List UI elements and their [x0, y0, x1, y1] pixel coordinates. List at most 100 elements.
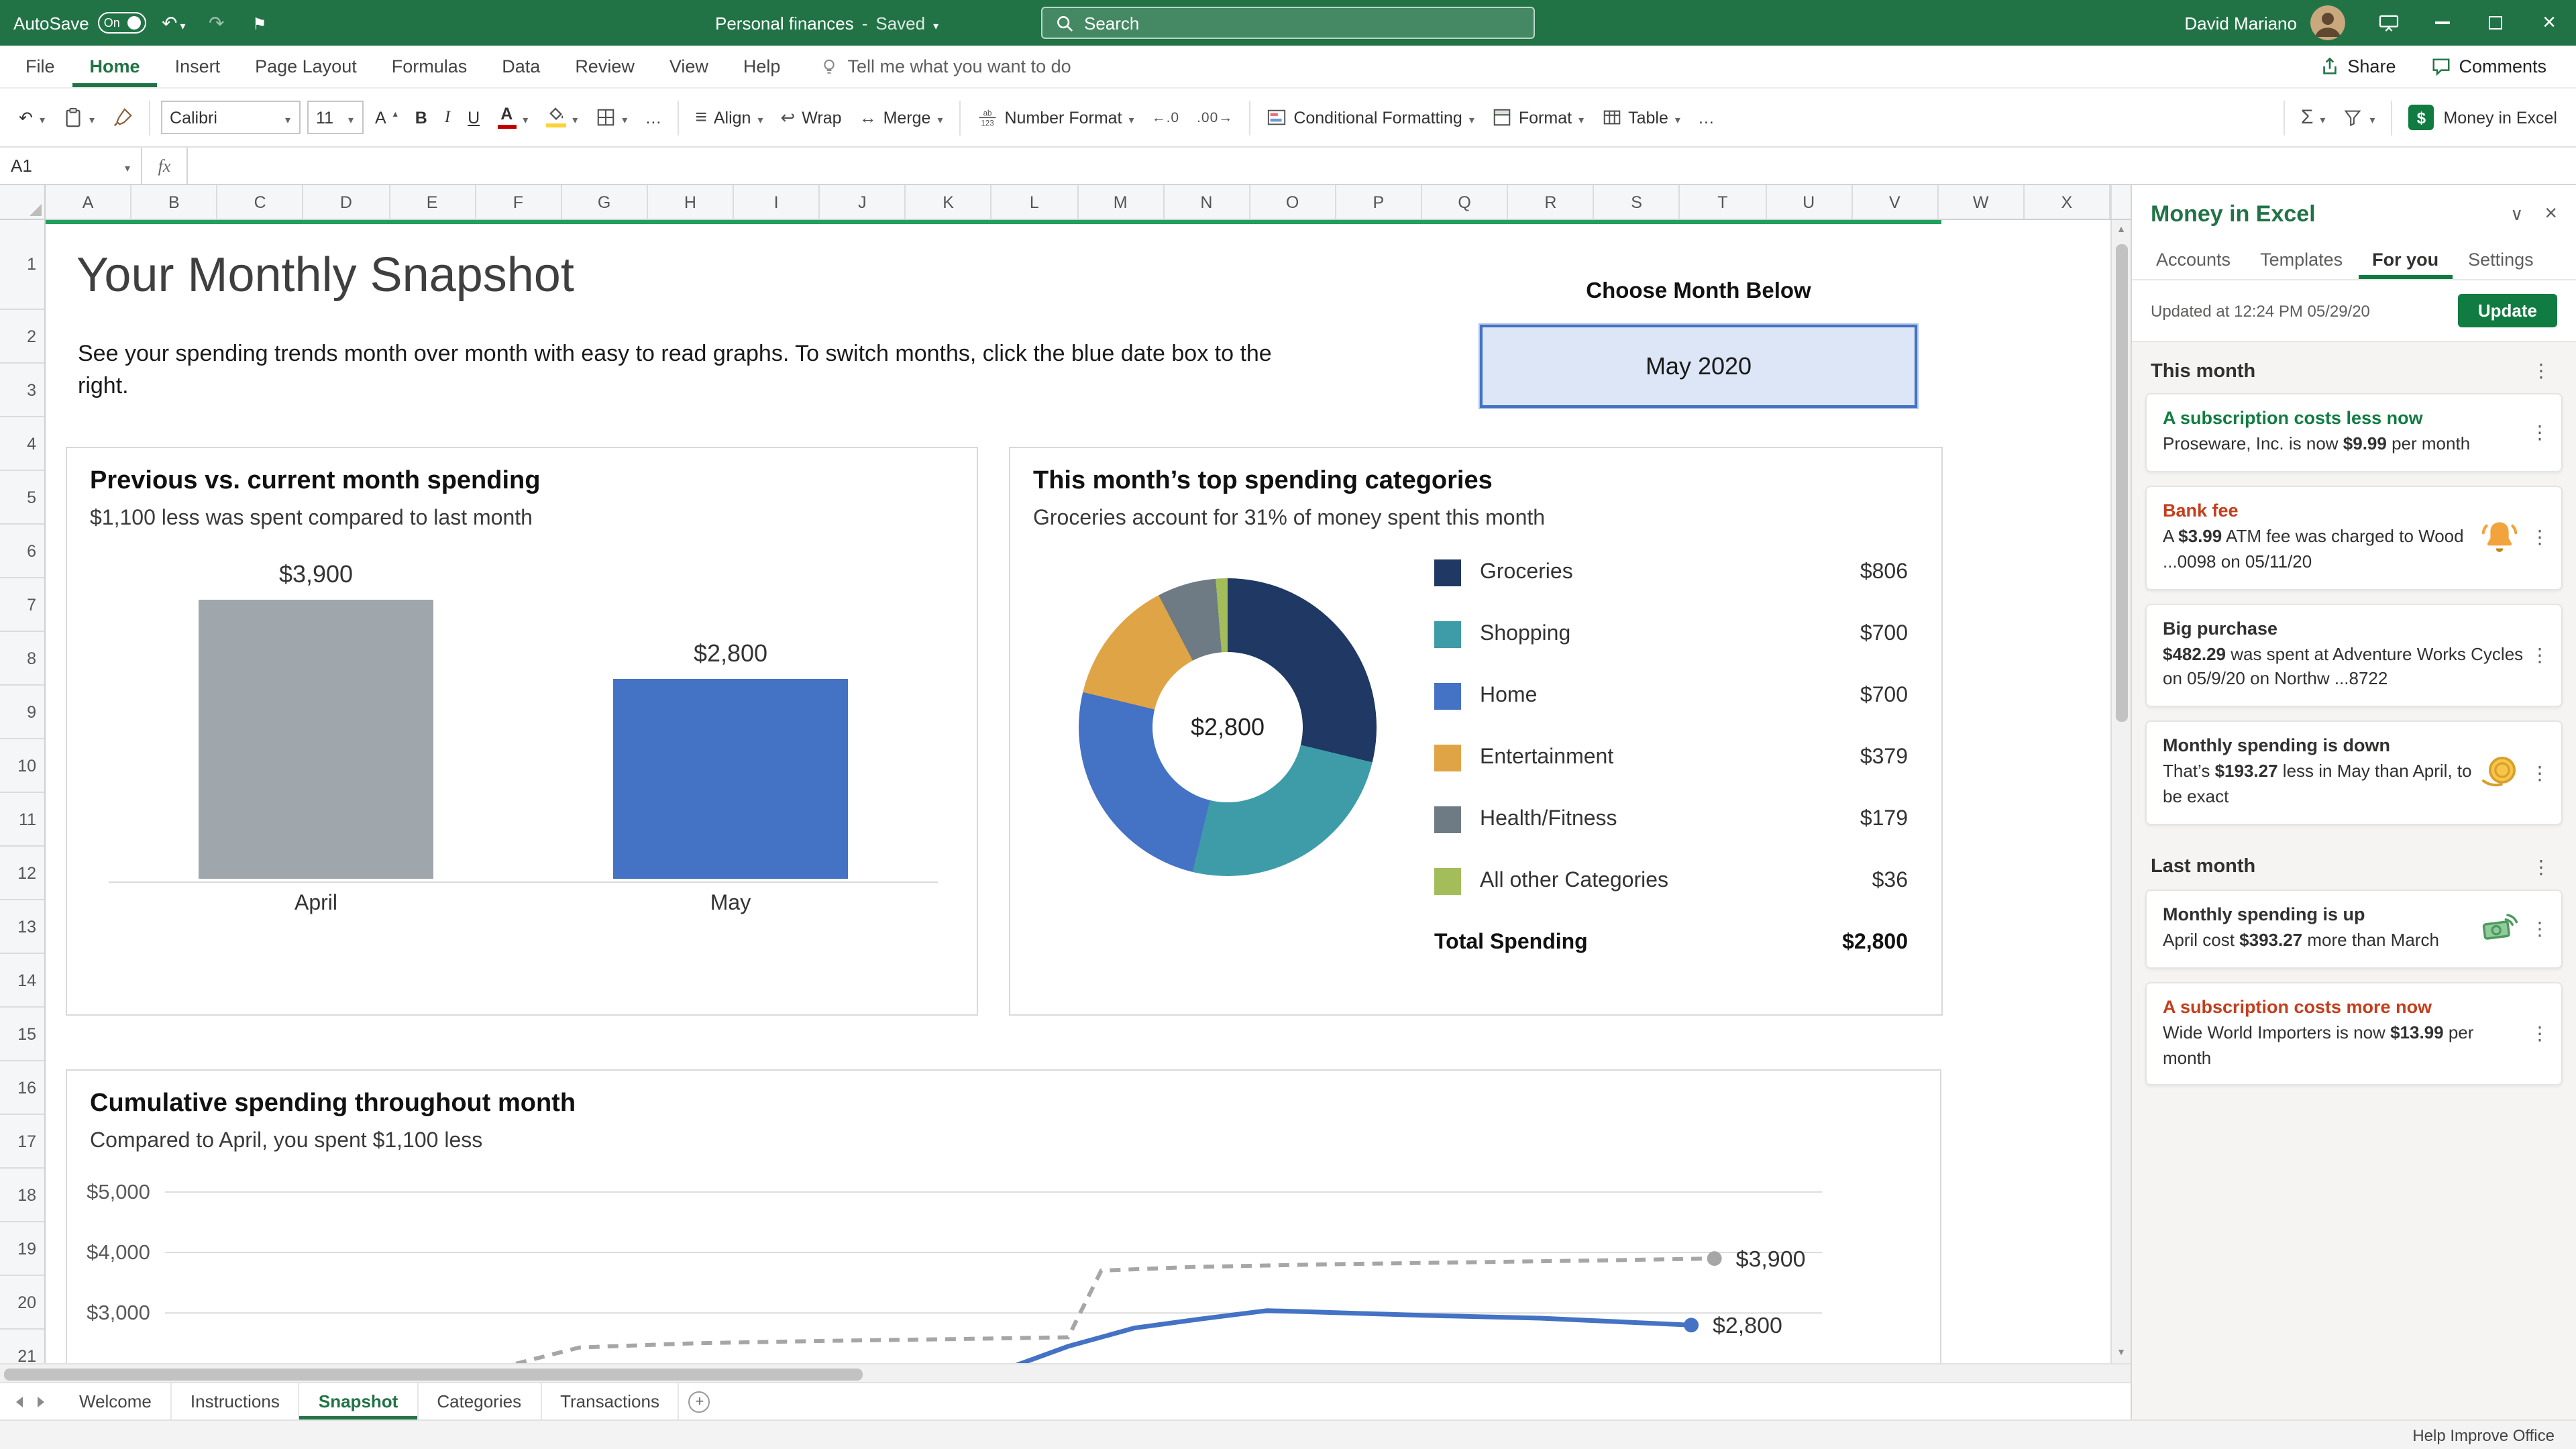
insight-card-big-purchase[interactable]: Big purchase $482.29 was spent at Adventu…	[2145, 603, 2563, 708]
autosum-button[interactable]: Σ	[2293, 96, 2334, 139]
increase-font-size-button[interactable]: A	[367, 96, 406, 139]
ribbon-tab-view[interactable]: View	[652, 46, 726, 87]
month-selector[interactable]: May 2020	[1480, 325, 1917, 408]
column-header-P[interactable]: P	[1336, 185, 1422, 219]
redo-button[interactable]	[201, 11, 233, 34]
underline-button[interactable]: U	[460, 96, 488, 139]
pane-tab-for-you[interactable]: For you	[2359, 239, 2452, 279]
row-header-10[interactable]: 10	[0, 739, 44, 793]
help-improve-office-link[interactable]: Help Improve Office	[2412, 1426, 2555, 1444]
ribbon-tab-review[interactable]: Review	[557, 46, 652, 87]
insight-card-bank-fee[interactable]: Bank fee A $3.99 ATM fee was charged to W…	[2145, 485, 2563, 590]
column-header-M[interactable]: M	[1078, 185, 1165, 219]
ribbon-display-options-button[interactable]	[2361, 0, 2415, 46]
format-painter-button[interactable]	[104, 96, 140, 139]
new-sheet-button[interactable]	[680, 1383, 720, 1419]
avatar[interactable]	[2310, 5, 2345, 40]
more-options-icon[interactable]	[2525, 360, 2557, 382]
pane-tab-templates[interactable]: Templates	[2247, 239, 2356, 279]
column-header-E[interactable]: E	[390, 185, 476, 219]
more-options-icon[interactable]	[2525, 856, 2557, 879]
bold-button[interactable]: B	[407, 96, 435, 139]
fx-icon[interactable]: fx	[142, 148, 188, 184]
autosave-toggle[interactable]: On	[98, 12, 147, 34]
insight-card-monthly-spending-is-up[interactable]: Monthly spending is up April cost $393.27…	[2145, 889, 2563, 969]
row-header-6[interactable]: 6	[0, 525, 44, 578]
decrease-decimal-button[interactable]: .00→	[1189, 96, 1241, 139]
quick-access-customize-button[interactable]	[244, 12, 276, 34]
sheet-tab-instructions[interactable]: Instructions	[172, 1383, 300, 1419]
column-header-U[interactable]: U	[1766, 185, 1853, 219]
row-header-12[interactable]: 12	[0, 847, 44, 900]
more-options-icon[interactable]	[2524, 526, 2556, 549]
share-button[interactable]: Share	[2306, 56, 2409, 76]
wrap-text-button[interactable]: Wrap	[772, 96, 849, 139]
row-header-1[interactable]: 1	[0, 220, 44, 310]
scroll-down-icon[interactable]	[2112, 1343, 2131, 1363]
row-header-15[interactable]: 15	[0, 1008, 44, 1061]
font-size-select[interactable]: 11	[307, 101, 364, 134]
row-header-9[interactable]: 9	[0, 686, 44, 739]
sheet-tab-categories[interactable]: Categories	[418, 1383, 542, 1419]
align-button[interactable]: Align	[687, 96, 771, 139]
font-more-button[interactable]: …	[637, 96, 669, 139]
pane-tab-accounts[interactable]: Accounts	[2143, 239, 2244, 279]
horizontal-scroll-thumb[interactable]	[4, 1368, 863, 1380]
next-sheet-icon[interactable]	[38, 1396, 44, 1407]
row-header-17[interactable]: 17	[0, 1115, 44, 1169]
column-header-A[interactable]: A	[46, 185, 132, 219]
undo-button[interactable]	[158, 11, 190, 34]
column-header-W[interactable]: W	[1939, 185, 2025, 219]
search-box[interactable]: Search	[1041, 7, 1535, 39]
column-header-V[interactable]: V	[1852, 185, 1939, 219]
previous-sheet-icon[interactable]	[16, 1396, 23, 1407]
column-header-H[interactable]: H	[648, 185, 734, 219]
column-header-G[interactable]: G	[562, 185, 648, 219]
row-header-13[interactable]: 13	[0, 900, 44, 954]
close-pane-icon[interactable]	[2544, 203, 2557, 227]
row-header-11[interactable]: 11	[0, 793, 44, 847]
update-button[interactable]: Update	[2457, 294, 2557, 327]
column-header-X[interactable]: X	[2025, 185, 2110, 219]
font-color-button[interactable]: A	[489, 96, 536, 139]
bar-april[interactable]	[199, 600, 433, 879]
more-options-icon[interactable]	[2524, 918, 2556, 941]
insight-card-monthly-spending-is-down[interactable]: Monthly spending is down That’s $193.27 l…	[2145, 720, 2563, 825]
italic-button[interactable]: I	[437, 96, 458, 139]
styles-more-button[interactable]: …	[1690, 96, 1723, 139]
row-header-21[interactable]: 21	[0, 1330, 44, 1363]
tell-me-box[interactable]: Tell me what you want to do	[819, 46, 1071, 87]
column-header-F[interactable]: F	[476, 185, 562, 219]
undo-toolbar-button[interactable]	[11, 96, 53, 139]
more-options-icon[interactable]	[2524, 644, 2556, 667]
row-header-18[interactable]: 18	[0, 1169, 44, 1222]
fill-color-button[interactable]	[537, 96, 586, 139]
paste-button[interactable]	[54, 96, 103, 139]
row-header-5[interactable]: 5	[0, 471, 44, 525]
maximize-button[interactable]	[2469, 0, 2522, 46]
more-options-icon[interactable]	[2524, 421, 2556, 444]
sheet-tab-transactions[interactable]: Transactions	[541, 1383, 680, 1419]
formula-input[interactable]	[188, 148, 2576, 184]
vertical-scrollbar[interactable]	[2110, 220, 2131, 1363]
sort-filter-button[interactable]	[2334, 96, 2383, 139]
column-header-N[interactable]: N	[1164, 185, 1250, 219]
pane-tab-settings[interactable]: Settings	[2455, 239, 2547, 279]
user-name[interactable]: David Mariano	[2184, 13, 2297, 33]
scroll-up-icon[interactable]	[2112, 220, 2131, 240]
column-header-J[interactable]: J	[820, 185, 906, 219]
row-header-8[interactable]: 8	[0, 632, 44, 686]
more-options-icon[interactable]	[2524, 1022, 2556, 1045]
column-header-D[interactable]: D	[304, 185, 390, 219]
row-header-20[interactable]: 20	[0, 1276, 44, 1330]
column-header-T[interactable]: T	[1680, 185, 1766, 219]
ribbon-tab-file[interactable]: File	[8, 46, 72, 87]
vertical-scroll-thumb[interactable]	[2115, 244, 2127, 722]
sheet-tab-snapshot[interactable]: Snapshot	[299, 1383, 419, 1419]
row-header-2[interactable]: 2	[0, 310, 44, 364]
insight-card-a-subscription-costs-less-now[interactable]: A subscription costs less now Proseware, …	[2145, 393, 2563, 472]
sheet-tab-welcome[interactable]: Welcome	[60, 1383, 172, 1419]
row-header-4[interactable]: 4	[0, 417, 44, 471]
row-header-7[interactable]: 7	[0, 578, 44, 632]
name-box[interactable]: A1	[0, 148, 142, 184]
